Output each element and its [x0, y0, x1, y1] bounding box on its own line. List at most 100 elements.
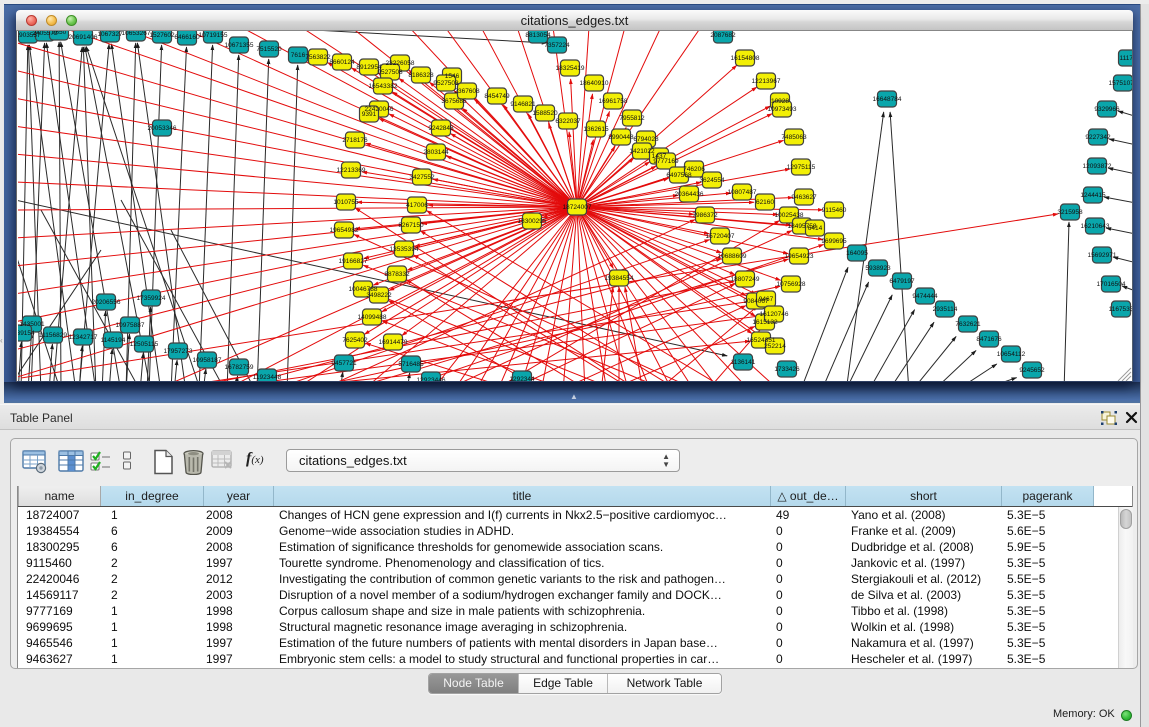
svg-text:16120746: 16120746	[760, 311, 789, 318]
svg-text:9115460: 9115460	[822, 207, 847, 214]
svg-text:8878332: 8878332	[384, 271, 410, 278]
svg-text:15692971: 15692971	[1088, 252, 1117, 259]
svg-text:12923446: 12923446	[417, 377, 446, 382]
svg-text:15751074: 15751074	[1109, 80, 1133, 87]
svg-text:7563822: 7563822	[305, 54, 331, 61]
svg-text:9474444: 9474444	[912, 293, 938, 300]
svg-text:3427552: 3427552	[409, 174, 435, 181]
svg-text:18807249: 18807249	[731, 276, 760, 283]
svg-text:17016504: 17016504	[1097, 281, 1126, 288]
svg-text:19654923: 19654923	[785, 253, 814, 260]
svg-text:7515520: 7515520	[256, 46, 282, 53]
svg-text:10958187: 10958187	[193, 357, 222, 364]
svg-text:18325419: 18325419	[556, 65, 585, 72]
svg-text:20206556: 20206556	[92, 299, 121, 306]
svg-text:12505115: 12505115	[130, 341, 159, 348]
svg-text:10719155: 10719155	[199, 32, 228, 39]
svg-text:746206: 746206	[683, 166, 705, 173]
svg-text:10025438: 10025438	[775, 212, 804, 219]
svg-text:7616: 7616	[291, 52, 306, 59]
svg-text:5938923: 5938923	[865, 265, 891, 272]
svg-text:3675685: 3675685	[441, 98, 467, 105]
svg-text:8660124: 8660124	[329, 59, 355, 66]
svg-text:7986372: 7986372	[692, 212, 718, 219]
svg-text:1010755: 1010755	[333, 199, 359, 206]
svg-text:1145194: 1145194	[101, 337, 126, 344]
svg-text:5716485: 5716485	[398, 361, 424, 368]
svg-text:9242848: 9242848	[428, 125, 454, 132]
svg-text:12213369: 12213369	[337, 167, 366, 174]
svg-text:9245652: 9245652	[1019, 367, 1045, 374]
svg-text:10653267: 10653267	[122, 31, 151, 37]
svg-text:6794028: 6794028	[633, 136, 659, 143]
svg-text:23226058: 23226058	[386, 60, 415, 67]
svg-text:7955812: 7955812	[619, 115, 645, 122]
svg-text:8990448: 8990448	[608, 134, 634, 141]
svg-text:9527503: 9527503	[433, 80, 459, 87]
svg-text:17359924: 17359924	[137, 295, 166, 302]
svg-text:16154808: 16154808	[731, 55, 760, 62]
svg-text:9527508: 9527508	[377, 69, 403, 76]
svg-text:8454749: 8454749	[484, 93, 510, 100]
svg-text:2718176: 2718176	[342, 137, 368, 144]
svg-text:16961758: 16961758	[599, 98, 628, 105]
svg-text:12342717: 12342717	[69, 334, 98, 341]
svg-text:9329966: 9329966	[1094, 106, 1120, 113]
svg-text:8186328: 8186328	[408, 72, 434, 79]
svg-text:7625402: 7625402	[342, 337, 368, 344]
svg-text:12093872: 12093872	[1083, 163, 1112, 170]
svg-text:18640910: 18640910	[580, 80, 609, 87]
svg-text:16543382: 16543382	[369, 83, 398, 90]
svg-text:9467: 9467	[759, 296, 774, 303]
svg-text:10654112: 10654112	[997, 351, 1026, 358]
svg-text:1136141: 1136141	[731, 359, 756, 366]
svg-text:8471676: 8471676	[976, 336, 1002, 343]
svg-text:1244415: 1244415	[1080, 192, 1106, 199]
svg-text:13535394: 13535394	[390, 246, 419, 253]
svg-text:2803144: 2803144	[423, 149, 449, 156]
svg-text:20364436: 20364436	[675, 191, 704, 198]
svg-text:6479197: 6479197	[889, 278, 915, 285]
svg-text:20691406: 20691406	[69, 34, 98, 41]
svg-text:19654982: 19654982	[330, 227, 359, 234]
svg-text:18724007: 18724007	[563, 204, 592, 211]
svg-text:7485063: 7485063	[781, 134, 807, 141]
svg-text:9699695: 9699695	[821, 238, 847, 245]
svg-text:1546: 1546	[445, 73, 460, 80]
svg-text:9391: 9391	[362, 111, 377, 118]
svg-text:1292344: 1292344	[509, 376, 535, 382]
svg-text:417006: 417006	[406, 202, 428, 209]
svg-text:17957273: 17957273	[164, 348, 193, 355]
svg-text:2367608: 2367608	[454, 88, 480, 95]
svg-text:6466160: 6466160	[174, 34, 200, 41]
svg-text:9227342: 9227342	[1085, 134, 1111, 141]
svg-text:10671355: 10671355	[225, 42, 254, 49]
svg-text:16782759: 16782759	[225, 364, 254, 371]
svg-text:12975115: 12975115	[787, 164, 816, 171]
svg-text:18300295: 18300295	[518, 218, 547, 225]
svg-text:10807487: 10807487	[728, 189, 757, 196]
svg-text:6497568: 6497568	[666, 172, 692, 179]
svg-text:6322037: 6322037	[555, 118, 581, 125]
svg-text:1167533: 1167533	[1109, 306, 1133, 313]
svg-text:16210643: 16210643	[1081, 223, 1110, 230]
svg-text:9777169: 9777169	[653, 158, 679, 165]
svg-text:9457721: 9457721	[331, 360, 357, 367]
svg-text:10688609: 10688609	[718, 253, 747, 260]
svg-text:7357224: 7357224	[544, 42, 570, 49]
svg-text:2935114: 2935114	[933, 306, 958, 313]
svg-text:3215958: 3215958	[1057, 209, 1083, 216]
svg-text:9463627: 9463627	[791, 194, 817, 201]
svg-text:8813054: 8813054	[525, 32, 551, 39]
svg-text:19384554: 19384554	[605, 275, 634, 282]
svg-text:20053346: 20053346	[148, 125, 177, 132]
svg-text:11173: 11173	[1119, 55, 1133, 62]
svg-text:6414: 6414	[808, 225, 823, 232]
svg-text:1435001: 1435001	[19, 321, 45, 328]
svg-text:1067327: 1067327	[97, 31, 123, 38]
svg-text:252214: 252214	[764, 343, 786, 350]
svg-text:15720407: 15720407	[706, 233, 735, 240]
svg-text:14099488: 14099488	[358, 314, 387, 321]
svg-text:10973493: 10973493	[768, 106, 797, 113]
svg-text:12213967: 12213967	[752, 78, 781, 85]
